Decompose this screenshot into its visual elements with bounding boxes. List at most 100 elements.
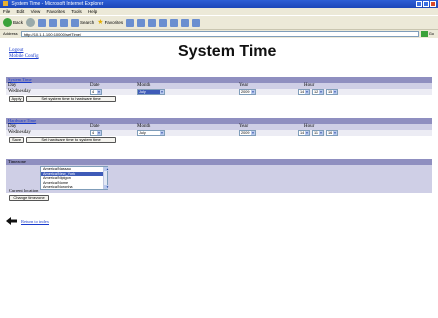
print-icon[interactable]: [148, 18, 157, 27]
hardware-month-select[interactable]: July ▼: [137, 130, 165, 136]
maximize-button[interactable]: [423, 1, 429, 7]
current-location-label: Current location: [9, 188, 39, 193]
menu-help[interactable]: Help: [88, 9, 97, 14]
chevron-down-icon: ▼: [97, 131, 101, 135]
hardware-year-value: 2009: [241, 131, 250, 135]
timezone-header-label: Timezone: [8, 159, 26, 164]
system-month-value: July: [139, 90, 146, 94]
chevron-down-icon: ▼: [160, 131, 164, 135]
forward-button[interactable]: [26, 18, 36, 27]
mobile-config-link[interactable]: Mobile Config: [9, 54, 39, 60]
chevron-down-icon: ▼: [160, 90, 164, 94]
system-hour-select[interactable]: 14 ▼: [298, 89, 310, 95]
hardware-date-select[interactable]: 4 ▼: [90, 130, 102, 136]
window-titlebar: System Time - Microsoft Internet Explore…: [0, 0, 438, 8]
favorites-star-icon: ★: [97, 19, 104, 26]
ie-icon: [3, 1, 8, 7]
system-minute-select[interactable]: 12 ▼: [312, 89, 324, 95]
timezone-option[interactable]: America/Noronha: [41, 185, 107, 190]
system-month-select[interactable]: July ▼: [137, 89, 165, 95]
menu-favorites[interactable]: Favorites: [47, 9, 66, 14]
save-button[interactable]: Save: [9, 137, 24, 143]
system-time-header-link[interactable]: System Time: [8, 77, 32, 82]
history-icon[interactable]: [126, 18, 135, 27]
minimize-button[interactable]: [416, 1, 422, 7]
timezone-scrollbar[interactable]: ▲ ▼: [103, 167, 109, 189]
discuss-icon[interactable]: [181, 18, 190, 27]
system-date-select[interactable]: 4 ▼: [90, 89, 102, 95]
system-time-values: Wednesday: [6, 89, 432, 95]
system-year-value: 2009: [241, 90, 250, 94]
chevron-down-icon: ▼: [333, 90, 337, 94]
hardware-day-value: Wednesday: [8, 130, 31, 135]
system-date-value: 4: [92, 90, 95, 94]
close-button[interactable]: [430, 1, 436, 7]
system-to-hardware-button[interactable]: Set system time to hardware time: [26, 96, 116, 102]
home-icon[interactable]: [60, 18, 69, 27]
window-title: System Time - Microsoft Internet Explore…: [11, 1, 104, 7]
hardware-date-value: 4: [92, 131, 95, 135]
chevron-down-icon: ▼: [97, 90, 101, 94]
return-to-index-link[interactable]: Return to index: [21, 219, 49, 224]
system-year-select[interactable]: 2009 ▼: [239, 89, 256, 95]
messenger-icon[interactable]: [192, 18, 201, 27]
system-second-select[interactable]: 15 ▼: [326, 89, 338, 95]
search-icon: [71, 18, 80, 27]
chevron-down-icon: ▼: [305, 131, 309, 135]
stop-icon[interactable]: [38, 18, 47, 27]
chevron-down-icon: ▼: [319, 131, 323, 135]
back-button[interactable]: Back: [3, 18, 23, 27]
scroll-down-icon[interactable]: ▼: [104, 185, 109, 189]
menu-tools[interactable]: Tools: [71, 9, 82, 14]
page-content: Logout Mobile Config System Time System …: [0, 38, 438, 318]
refresh-icon[interactable]: [49, 18, 58, 27]
back-arrow-icon: [6, 217, 17, 225]
hardware-second-value: 16: [328, 131, 333, 135]
chevron-down-icon: ▼: [251, 131, 255, 135]
back-label: Back: [13, 20, 24, 25]
go-icon[interactable]: [420, 31, 428, 37]
favorites-label: Favorites: [104, 20, 124, 25]
folder-icon[interactable]: [170, 18, 179, 27]
hardware-year-select[interactable]: 2009 ▼: [239, 130, 256, 136]
page-title: System Time: [178, 43, 277, 60]
address-label: Address: [3, 31, 18, 36]
hardware-month-value: July: [139, 131, 146, 135]
chevron-down-icon: ▼: [251, 90, 255, 94]
hardware-time-header-link[interactable]: Hardware Time: [8, 118, 36, 123]
back-arrow-icon: [3, 18, 12, 27]
return-link-row: Return to index: [6, 217, 49, 225]
scroll-up-icon[interactable]: ▲: [104, 167, 109, 171]
system-minute-value: 12: [314, 90, 319, 94]
hardware-minute-select[interactable]: 11 ▼: [312, 130, 324, 136]
menu-view[interactable]: View: [31, 9, 41, 14]
menu-bar: File Edit View Favorites Tools Help: [0, 8, 438, 15]
chevron-down-icon: ▼: [305, 90, 309, 94]
hardware-to-system-button[interactable]: Set hardware time to system time: [26, 137, 116, 143]
apply-button[interactable]: Apply: [9, 96, 24, 102]
browser-toolbar: Back Search ★ Favorites: [0, 15, 438, 30]
system-day-value: Wednesday: [8, 89, 31, 94]
change-timezone-button[interactable]: Change timezone: [9, 195, 49, 201]
hardware-minute-value: 11: [314, 131, 318, 135]
search-label: Search: [80, 20, 95, 25]
hardware-second-select[interactable]: 16 ▼: [326, 130, 338, 136]
favorites-button[interactable]: ★ Favorites: [97, 19, 123, 26]
menu-edit[interactable]: Edit: [17, 9, 25, 14]
mail-icon[interactable]: [137, 18, 146, 27]
system-second-value: 15: [328, 90, 333, 94]
edit-icon[interactable]: [159, 18, 168, 27]
chevron-down-icon: ▼: [333, 131, 337, 135]
hardware-hour-select[interactable]: 14 ▼: [298, 130, 310, 136]
menu-file[interactable]: File: [3, 9, 10, 14]
hardware-time-values: Wednesday: [6, 130, 432, 136]
hardware-hour-value: 14: [300, 131, 305, 135]
system-hour-value: 14: [300, 90, 305, 94]
nav-links: Logout Mobile Config: [9, 48, 39, 60]
go-button[interactable]: Go: [429, 30, 434, 38]
address-bar: Address http://10.1.1.100:10000/setTime/…: [0, 30, 438, 38]
chevron-down-icon: ▼: [319, 90, 323, 94]
timezone-listbox[interactable]: America/Nassau America/New_York America/…: [40, 166, 109, 190]
address-input[interactable]: http://10.1.1.100:10000/setTime/: [20, 31, 419, 37]
search-button[interactable]: Search: [71, 18, 95, 27]
